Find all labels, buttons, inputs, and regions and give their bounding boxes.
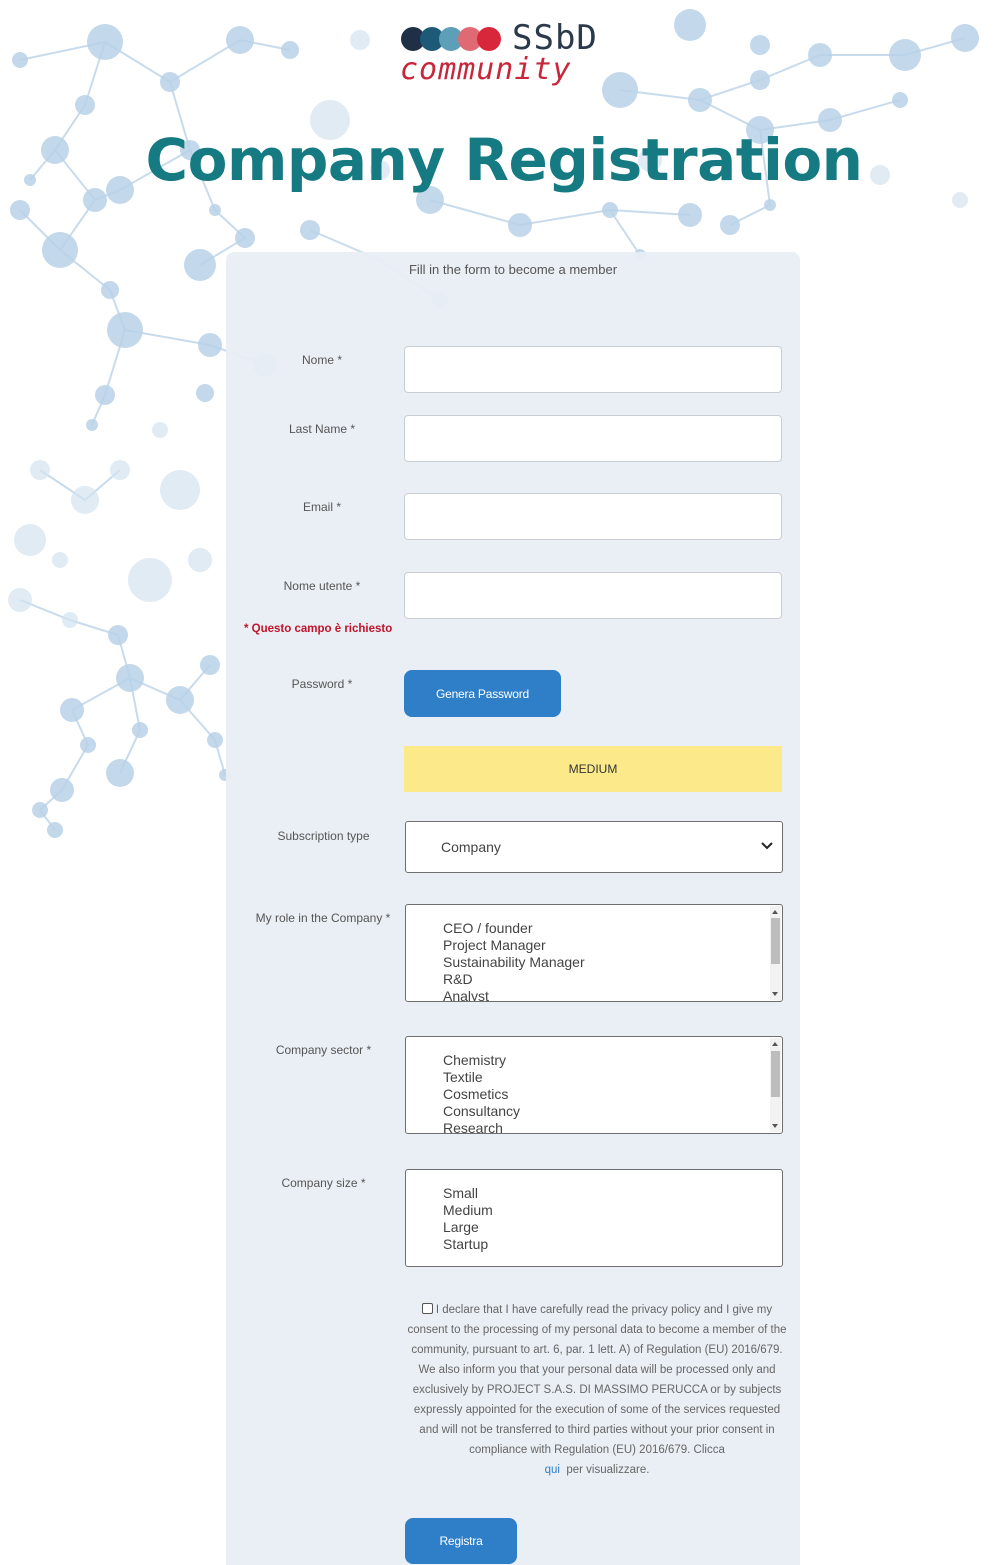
email-label: Email * <box>302 500 341 514</box>
sector-label: Company sector * <box>275 1043 372 1057</box>
page-title: Company Registration <box>145 126 863 194</box>
last-name-label: Last Name * <box>288 422 356 436</box>
size-option[interactable]: Startup <box>443 1236 488 1253</box>
scroll-down-arrow-icon[interactable] <box>772 1124 778 1128</box>
password-label: Password * <box>291 677 353 691</box>
size-option[interactable]: Large <box>443 1219 479 1236</box>
registration-form: Fill in the form to become a member Nome… <box>226 252 800 1565</box>
sector-option[interactable]: Textile <box>443 1069 483 1086</box>
role-option[interactable]: Analyst <box>443 988 489 1001</box>
role-option[interactable]: Project Manager <box>443 937 546 954</box>
role-option[interactable]: Sustainability Manager <box>443 954 585 971</box>
privacy-policy-link[interactable]: qui <box>545 1464 560 1476</box>
size-option[interactable]: Medium <box>443 1202 493 1219</box>
email-input[interactable] <box>404 493 782 540</box>
last-name-input[interactable] <box>404 415 782 462</box>
form-subtitle: Fill in the form to become a member <box>408 262 618 277</box>
role-label: My role in the Company * <box>255 911 391 925</box>
role-option[interactable]: R&D <box>443 971 473 988</box>
scroll-thumb[interactable] <box>771 918 780 964</box>
role-option[interactable]: CEO / founder <box>443 920 533 937</box>
scroll-down-arrow-icon[interactable] <box>772 992 778 996</box>
consent-text-end: per visualizzare. <box>566 1464 650 1476</box>
consent-text: I declare that I have carefully read the… <box>407 1304 787 1456</box>
required-error-message: * Questo campo è richiesto <box>244 623 393 635</box>
subscription-type-select[interactable]: Company <box>405 821 783 873</box>
sector-option[interactable]: Consultancy <box>443 1103 520 1120</box>
sector-option[interactable]: Research <box>443 1120 503 1133</box>
chevron-down-icon <box>761 842 773 850</box>
nome-input[interactable] <box>404 346 782 393</box>
size-option[interactable]: Small <box>443 1185 478 1202</box>
logo-dots-icon <box>401 27 501 51</box>
size-listbox[interactable]: Small Medium Large Startup <box>405 1169 783 1267</box>
privacy-consent: I declare that I have carefully read the… <box>407 1300 787 1480</box>
registration-page: SSbD community Company Registration Fill… <box>0 0 1008 1565</box>
username-label: Nome utente * <box>283 579 361 593</box>
sector-option[interactable]: Chemistry <box>443 1052 506 1069</box>
size-label: Company size * <box>281 1176 366 1190</box>
ssbd-logo: SSbD community <box>400 18 630 88</box>
consent-checkbox[interactable] <box>421 1303 433 1314</box>
sector-option[interactable]: Cosmetics <box>443 1086 508 1103</box>
nome-label: Nome * <box>301 353 342 367</box>
scroll-up-arrow-icon[interactable] <box>772 910 778 914</box>
scroll-up-arrow-icon[interactable] <box>772 1042 778 1046</box>
password-strength-indicator: MEDIUM <box>404 746 782 792</box>
username-input[interactable] <box>404 572 782 619</box>
scroll-thumb[interactable] <box>771 1051 780 1097</box>
subscription-type-label: Subscription type <box>277 829 370 843</box>
role-scrollbar[interactable] <box>770 906 781 1000</box>
register-button[interactable]: Registra <box>405 1518 517 1564</box>
sector-listbox[interactable]: Chemistry Textile Cosmetics Consultancy … <box>405 1036 783 1134</box>
role-listbox[interactable]: CEO / founder Project Manager Sustainabi… <box>405 904 783 1002</box>
subscription-type-value: Company <box>441 839 501 855</box>
logo-text-bottom: community <box>400 52 572 87</box>
sector-scrollbar[interactable] <box>770 1038 781 1132</box>
generate-password-button[interactable]: Genera Password <box>404 670 561 717</box>
